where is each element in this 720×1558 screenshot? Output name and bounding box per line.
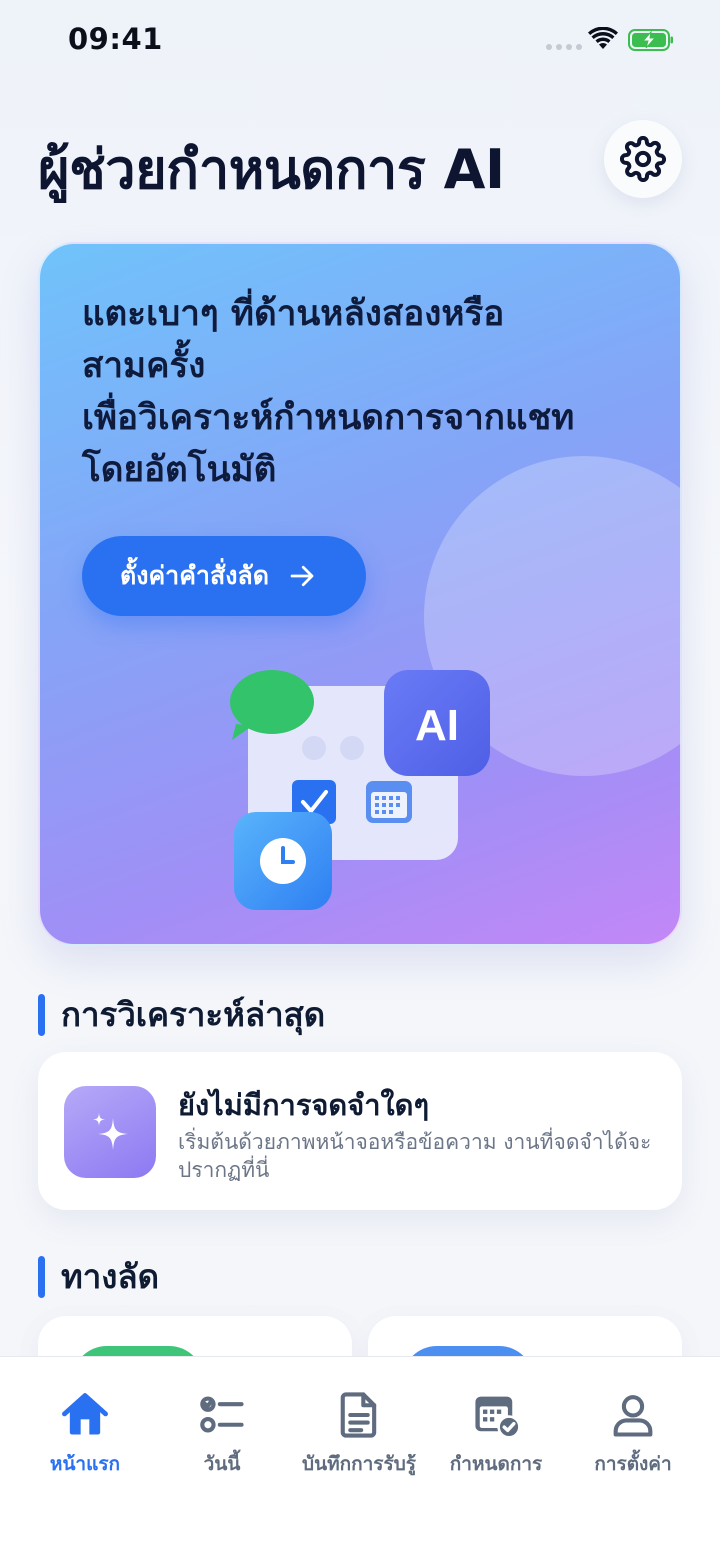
sparkles-icon	[64, 1086, 156, 1178]
tab-bar: หน้าแรก วันนี้ บันทึกการรับรู้ กำหนดการ	[0, 1356, 720, 1558]
tab-recognition-log[interactable]: บันทึกการรับรู้	[284, 1389, 434, 1479]
shortcuts-section-title: ทางลัด	[61, 1257, 160, 1296]
recent-section-heading: การวิเคราะห์ล่าสุด	[38, 988, 325, 1041]
home-icon	[62, 1393, 108, 1435]
tab-home[interactable]: หน้าแรก	[10, 1389, 160, 1479]
calendar-icon	[366, 781, 412, 823]
arrow-right-icon	[290, 565, 314, 587]
checklist-icon	[200, 1396, 244, 1433]
ai-badge-icon: AI	[384, 670, 490, 776]
hero-illustration: AI	[230, 670, 490, 910]
tab-label: บันทึกการรับรู้	[302, 1453, 416, 1475]
settings-button[interactable]	[604, 120, 682, 198]
ai-badge-label: AI	[415, 701, 459, 750]
gear-icon	[620, 136, 666, 182]
shortcuts-section-heading: ทางลัด	[38, 1250, 159, 1303]
hero-line: โดยอัตโนมัติ	[82, 450, 277, 490]
recent-section-title: การวิเคราะห์ล่าสุด	[61, 995, 326, 1034]
clock-icon	[234, 812, 332, 910]
tab-settings[interactable]: การตั้งค่า	[558, 1389, 708, 1479]
setup-shortcut-button[interactable]: ตั้งค่าคำสั่งลัด	[82, 536, 366, 616]
document-icon	[340, 1392, 377, 1438]
page-title: ผู้ช่วยกำหนดการ AI	[38, 138, 505, 201]
setup-shortcut-label: ตั้งค่าคำสั่งลัด	[120, 561, 269, 590]
section-accent-bar	[38, 993, 45, 1036]
tab-label: การตั้งค่า	[594, 1453, 672, 1475]
person-icon	[613, 1395, 653, 1437]
status-time: 09:41	[68, 22, 163, 56]
hero-line: แตะเบาๆ ที่ด้านหลังสองหรือ	[82, 294, 505, 334]
tab-schedule[interactable]: กำหนดการ	[421, 1389, 571, 1479]
tab-today[interactable]: วันนี้	[147, 1389, 297, 1479]
empty-state-description: เริ่มต้นด้วยภาพหน้าจอหรือข้อความ งานที่จ…	[178, 1130, 652, 1182]
tab-label: กำหนดการ	[449, 1453, 543, 1475]
empty-state-card: ยังไม่มีการจดจำใดๆ เริ่มต้นด้วยภาพหน้าจอ…	[38, 1052, 682, 1210]
status-bar: 09:41	[0, 0, 720, 84]
calendar-check-icon	[475, 1396, 521, 1439]
hero-card: แตะเบาๆ ที่ด้านหลังสองหรือ สามครั้ง เพื่…	[38, 242, 682, 946]
tab-label: หน้าแรก	[49, 1453, 121, 1475]
wifi-icon	[588, 27, 618, 49]
hero-line: เพื่อวิเคราะห์กำหนดการจากแชท	[82, 398, 575, 438]
section-accent-bar	[38, 1255, 45, 1298]
hero-line: สามครั้ง	[82, 346, 206, 386]
empty-state-title: ยังไม่มีการจดจำใดๆ	[178, 1088, 430, 1122]
hero-text: แตะเบาๆ ที่ด้านหลังสองหรือ สามครั้ง เพื่…	[82, 288, 642, 496]
tab-label: วันนี้	[203, 1453, 241, 1475]
battery-charging-icon	[628, 29, 673, 51]
signal-icon	[546, 44, 582, 50]
